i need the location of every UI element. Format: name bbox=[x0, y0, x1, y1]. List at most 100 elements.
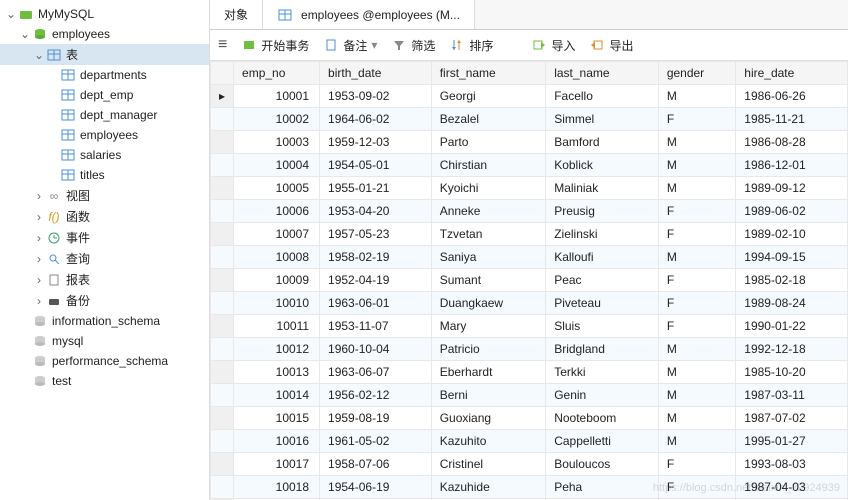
cell[interactable]: Sumant bbox=[431, 269, 546, 292]
cell[interactable]: F bbox=[658, 453, 735, 476]
cell[interactable]: 1959-08-19 bbox=[320, 407, 432, 430]
cell[interactable]: Duangkaew bbox=[431, 292, 546, 315]
table-row[interactable]: 100171958-07-06CristinelBouloucosF1993-0… bbox=[211, 453, 848, 476]
cell[interactable]: Preusig bbox=[546, 200, 659, 223]
cell[interactable]: 10014 bbox=[234, 384, 320, 407]
collapse-icon[interactable]: ⌄ bbox=[18, 27, 32, 41]
notes-button[interactable]: 备注▾ bbox=[323, 37, 377, 54]
cell[interactable]: 1963-06-01 bbox=[320, 292, 432, 315]
tree-events[interactable]: ›事件 bbox=[0, 227, 209, 248]
tree-functions[interactable]: ›f()函数 bbox=[0, 206, 209, 227]
cell[interactable]: 1989-08-24 bbox=[736, 292, 848, 315]
table-row[interactable]: 100151959-08-19GuoxiangNooteboomM1987-07… bbox=[211, 407, 848, 430]
expand-icon[interactable]: › bbox=[32, 252, 46, 266]
table-row[interactable]: 100031959-12-03PartoBamfordM1986-08-28 bbox=[211, 131, 848, 154]
cell[interactable]: 10007 bbox=[234, 223, 320, 246]
table-row[interactable]: 100181954-06-19KazuhidePehaF1987-04-03 bbox=[211, 476, 848, 499]
tree-connection[interactable]: ⌄ MyMySQL bbox=[0, 4, 209, 24]
cell[interactable]: 1985-02-18 bbox=[736, 269, 848, 292]
row-marker[interactable] bbox=[211, 407, 234, 430]
cell[interactable]: Tzvetan bbox=[431, 223, 546, 246]
table-row[interactable]: 100141956-02-12BerniGeninM1987-03-11 bbox=[211, 384, 848, 407]
cell[interactable]: Genin bbox=[546, 384, 659, 407]
cell[interactable]: Nooteboom bbox=[546, 407, 659, 430]
cell[interactable]: 1960-10-04 bbox=[320, 338, 432, 361]
cell[interactable]: 10001 bbox=[234, 85, 320, 108]
column-header[interactable]: first_name bbox=[431, 62, 546, 85]
import-button[interactable]: 导入 bbox=[531, 37, 575, 54]
cell[interactable]: 1958-02-19 bbox=[320, 246, 432, 269]
row-marker[interactable] bbox=[211, 154, 234, 177]
cell[interactable]: Bezalel bbox=[431, 108, 546, 131]
tree-tables-group[interactable]: ⌄ 表 bbox=[0, 44, 209, 65]
cell[interactable]: Facello bbox=[546, 85, 659, 108]
cell[interactable]: Cappelletti bbox=[546, 430, 659, 453]
cell[interactable]: M bbox=[658, 338, 735, 361]
cell[interactable]: F bbox=[658, 269, 735, 292]
start-transaction-button[interactable]: 开始事务 bbox=[241, 37, 309, 54]
cell[interactable]: Simmel bbox=[546, 108, 659, 131]
tree-backup[interactable]: ›备份 bbox=[0, 290, 209, 311]
collapse-icon[interactable]: ⌄ bbox=[32, 48, 46, 62]
cell[interactable]: 10009 bbox=[234, 269, 320, 292]
row-marker[interactable] bbox=[211, 200, 234, 223]
cell[interactable]: Sluis bbox=[546, 315, 659, 338]
cell[interactable]: 1959-12-03 bbox=[320, 131, 432, 154]
row-marker[interactable] bbox=[211, 338, 234, 361]
cell[interactable]: M bbox=[658, 85, 735, 108]
cell[interactable]: 10004 bbox=[234, 154, 320, 177]
cell[interactable]: Peha bbox=[546, 476, 659, 499]
cell[interactable]: Parto bbox=[431, 131, 546, 154]
cell[interactable]: 10012 bbox=[234, 338, 320, 361]
cell[interactable]: Bouloucos bbox=[546, 453, 659, 476]
expand-icon[interactable]: › bbox=[32, 231, 46, 245]
row-marker[interactable] bbox=[211, 177, 234, 200]
cell[interactable]: F bbox=[658, 223, 735, 246]
tab-data[interactable]: employees @employees (M... bbox=[263, 0, 475, 29]
tree-database-closed[interactable]: mysql bbox=[0, 331, 209, 351]
row-marker[interactable] bbox=[211, 315, 234, 338]
table-row[interactable]: 100091952-04-19SumantPeacF1985-02-18 bbox=[211, 269, 848, 292]
table-row[interactable]: 100101963-06-01DuangkaewPiveteauF1989-08… bbox=[211, 292, 848, 315]
table-row[interactable]: ▸100011953-09-02GeorgiFacelloM1986-06-26 bbox=[211, 85, 848, 108]
expand-icon[interactable]: › bbox=[32, 210, 46, 224]
expand-icon[interactable]: › bbox=[32, 273, 46, 287]
cell[interactable]: 1993-08-03 bbox=[736, 453, 848, 476]
cell[interactable]: 1952-04-19 bbox=[320, 269, 432, 292]
tree-table[interactable]: departments bbox=[0, 65, 209, 85]
cell[interactable]: 1986-06-26 bbox=[736, 85, 848, 108]
cell[interactable]: Berni bbox=[431, 384, 546, 407]
cell[interactable]: Bridgland bbox=[546, 338, 659, 361]
cell[interactable]: 1954-05-01 bbox=[320, 154, 432, 177]
cell[interactable]: Kazuhide bbox=[431, 476, 546, 499]
tree-table[interactable]: dept_manager bbox=[0, 105, 209, 125]
export-button[interactable]: 导出 bbox=[589, 37, 633, 54]
cell[interactable]: 1986-12-01 bbox=[736, 154, 848, 177]
tree-database-closed[interactable]: information_schema bbox=[0, 311, 209, 331]
cell[interactable]: 10005 bbox=[234, 177, 320, 200]
cell[interactable]: Kyoichi bbox=[431, 177, 546, 200]
cell[interactable]: Georgi bbox=[431, 85, 546, 108]
cell[interactable]: Maliniak bbox=[546, 177, 659, 200]
filter-button[interactable]: 筛选 bbox=[391, 37, 435, 54]
tree-queries[interactable]: ›查询 bbox=[0, 248, 209, 269]
tree-reports[interactable]: ›报表 bbox=[0, 269, 209, 290]
cell[interactable]: M bbox=[658, 430, 735, 453]
column-header[interactable]: gender bbox=[658, 62, 735, 85]
cell[interactable]: F bbox=[658, 200, 735, 223]
cell[interactable]: Mary bbox=[431, 315, 546, 338]
cell[interactable]: 10006 bbox=[234, 200, 320, 223]
cell[interactable]: Zielinski bbox=[546, 223, 659, 246]
cell[interactable]: M bbox=[658, 154, 735, 177]
cell[interactable]: F bbox=[658, 476, 735, 499]
tree-database-closed[interactable]: test bbox=[0, 371, 209, 391]
cell[interactable]: 1958-07-06 bbox=[320, 453, 432, 476]
cell[interactable]: 1961-05-02 bbox=[320, 430, 432, 453]
table-row[interactable]: 100161961-05-02KazuhitoCappellettiM1995-… bbox=[211, 430, 848, 453]
cell[interactable]: 10017 bbox=[234, 453, 320, 476]
cell[interactable]: Guoxiang bbox=[431, 407, 546, 430]
cell[interactable]: M bbox=[658, 246, 735, 269]
cell[interactable]: 10010 bbox=[234, 292, 320, 315]
table-row[interactable]: 100051955-01-21KyoichiMaliniakM1989-09-1… bbox=[211, 177, 848, 200]
cell[interactable]: 1987-03-11 bbox=[736, 384, 848, 407]
